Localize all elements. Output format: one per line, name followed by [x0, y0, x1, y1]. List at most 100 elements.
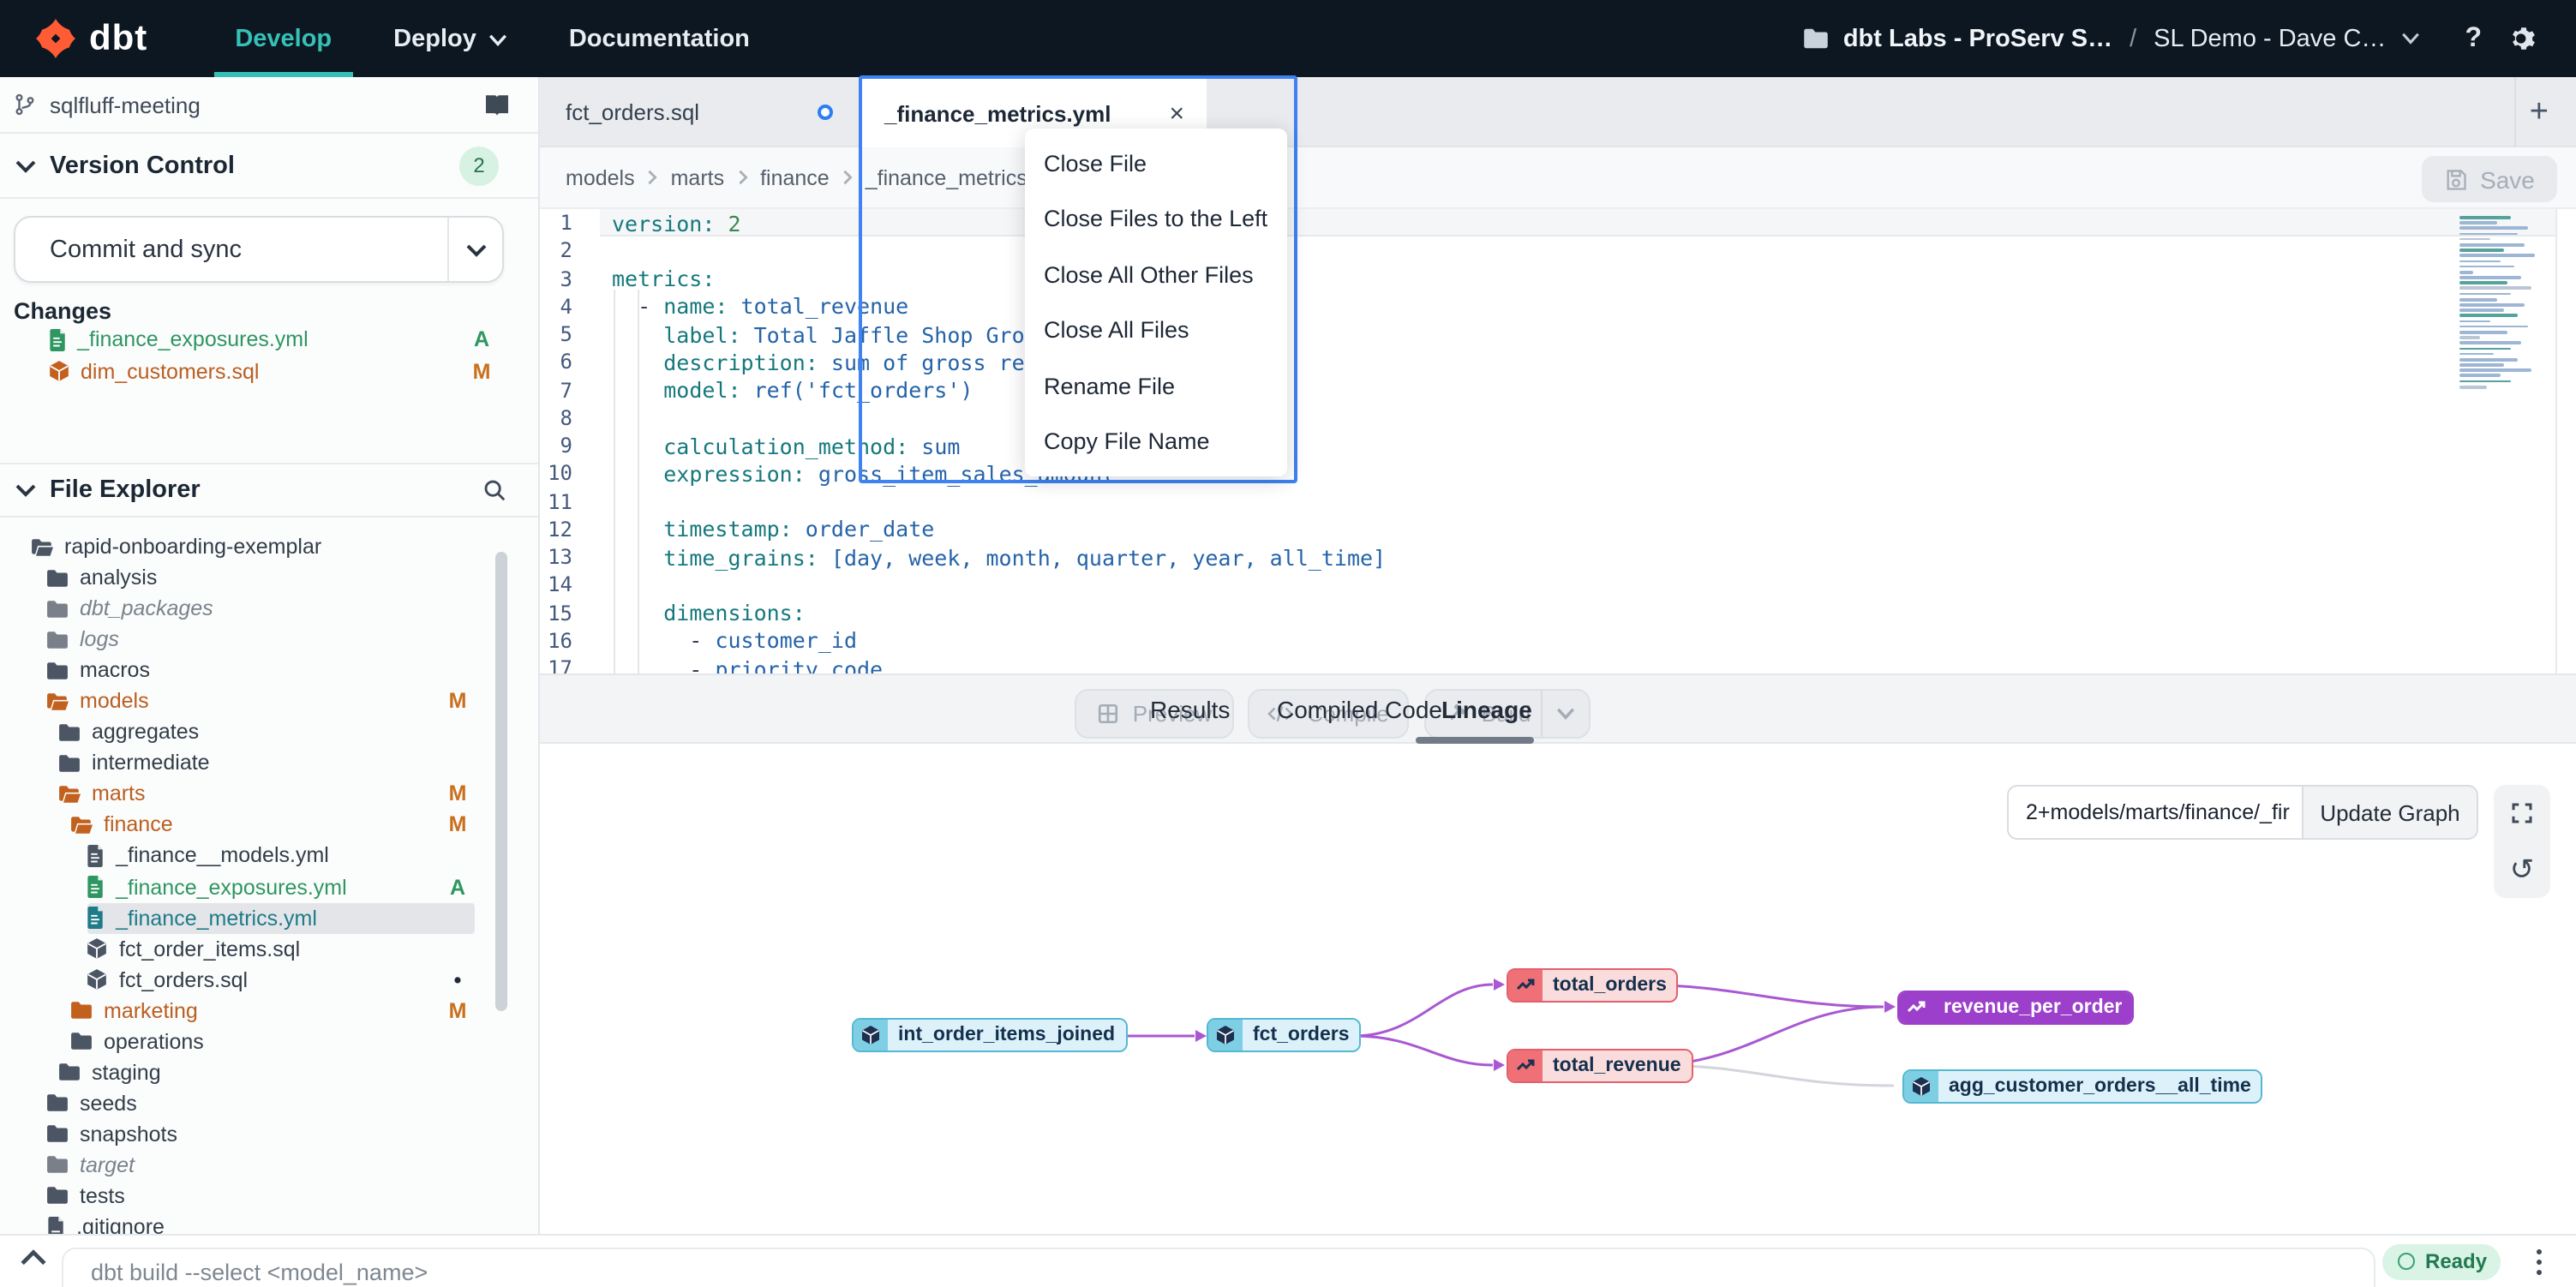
lineage-node-total_revenue[interactable]: total_revenue [1507, 1048, 1693, 1082]
tree-item-intermediate[interactable]: intermediate [0, 748, 538, 779]
code-line-10[interactable]: 10 expression: gross_item_sales_amount [540, 460, 2576, 488]
folder-icon [70, 1033, 93, 1051]
tree-item-marketing[interactable]: marketingM [0, 995, 538, 1026]
tree-item-fct-orders-sql[interactable]: fct_orders.sql• [0, 964, 538, 995]
code-line-15[interactable]: 15 dimensions: [540, 599, 2576, 627]
tree-item-seeds[interactable]: seeds [0, 1088, 538, 1119]
lineage-node-agg_customer_orders__all_time[interactable]: agg_customer_orders__all_time [1902, 1069, 2263, 1103]
breadcrumb-item[interactable]: models [566, 165, 635, 189]
changed-file-name: _finance_exposures.yml [77, 328, 309, 352]
version-control-header[interactable]: Version Control 2 [0, 134, 538, 199]
tree-item-logs[interactable]: logs [0, 624, 538, 655]
code-line-6[interactable]: 6 description: sum of gross revenue [540, 349, 2576, 377]
context-menu-item-close-files-to-the-left[interactable]: Close Files to the Left [1025, 191, 1287, 247]
commit-and-sync-button[interactable]: Commit and sync [14, 216, 504, 283]
kebab-menu-icon[interactable] [2526, 1247, 2550, 1278]
changed-file-row[interactable]: dim_customers.sqlM [0, 356, 538, 387]
code-line-5[interactable]: 5 label: Total Jaffle Shop Gross Revenue [540, 320, 2576, 349]
code-line-11[interactable]: 11 [540, 488, 2576, 516]
breadcrumb-item[interactable]: marts [671, 165, 725, 189]
panel-tab-compiled-code[interactable]: Compiled Code [1277, 675, 1442, 742]
tab-label: fct_orders.sql [566, 99, 699, 124]
code-line-12[interactable]: 12 timestamp: order_date [540, 516, 2576, 544]
code-line-4[interactable]: 4 - name: total_revenue [540, 293, 2576, 321]
chevron-up-icon[interactable] [21, 1248, 46, 1266]
lineage-node-fct_orders[interactable]: fct_orders [1207, 1018, 1362, 1052]
code-line-14[interactable]: 14 [540, 572, 2576, 600]
close-tab-icon[interactable]: × [1169, 99, 1184, 128]
context-menu-item-rename-file[interactable]: Rename File [1025, 358, 1287, 414]
commit-options-chevron-icon[interactable] [447, 218, 502, 281]
tree-item-snapshots[interactable]: snapshots [0, 1119, 538, 1150]
tree-item--finance-exposures-yml[interactable]: _finance_exposures.ymlA [0, 871, 538, 902]
tree-item-tests[interactable]: tests [0, 1181, 538, 1212]
tree-item-operations[interactable]: operations [0, 1027, 538, 1057]
context-menu-item-copy-file-name[interactable]: Copy File Name [1025, 414, 1287, 470]
tree-item-models[interactable]: modelsM [0, 685, 538, 716]
code-line-9[interactable]: 9 calculation_method: sum [540, 432, 2576, 460]
nav-item-label: Deploy [393, 25, 476, 52]
nav-item-documentation[interactable]: Documentation [538, 0, 781, 77]
lineage-node-revenue_per_order[interactable]: revenue_per_order [1897, 990, 2134, 1024]
tree-item--finance-models-yml[interactable]: _finance__models.yml [0, 841, 538, 871]
code-editor[interactable]: 1version: 223metrics:4 - name: total_rev… [540, 209, 2576, 673]
environment-chevron-icon[interactable] [2401, 33, 2420, 45]
help-icon[interactable]: ? [2465, 23, 2482, 54]
changed-file-row[interactable]: _finance_exposures.yml A [0, 324, 538, 356]
tree-item-label: staging [92, 1061, 161, 1085]
tree-item-fct-order-items-sql[interactable]: fct_order_items.sql [0, 933, 538, 964]
lineage-node-total_orders[interactable]: total_orders [1507, 967, 1679, 1002]
breadcrumb-item[interactable]: finance [760, 165, 830, 189]
code-line-7[interactable]: 7 model: ref('fct_orders') [540, 376, 2576, 404]
tree-item--gitignore[interactable]: .gitignore [0, 1212, 538, 1234]
code-line-17[interactable]: 17 - priority_code [540, 655, 2576, 673]
search-icon[interactable] [482, 477, 507, 503]
lineage-node-int_order_items_joined[interactable]: int_order_items_joined [852, 1018, 1127, 1052]
build-options-chevron-icon[interactable] [1541, 691, 1589, 736]
context-menu-item-close-all-files[interactable]: Close All Files [1025, 302, 1287, 358]
code-minimap[interactable] [2459, 216, 2549, 418]
code-line-3[interactable]: 3metrics: [540, 265, 2576, 293]
tree-item-staging[interactable]: staging [0, 1057, 538, 1088]
code-text: description: sum of gross revenue [612, 350, 1089, 375]
tree-item-aggregates[interactable]: aggregates [0, 717, 538, 748]
code-line-2[interactable]: 2 [540, 237, 2576, 266]
line-number: 17 [540, 656, 572, 673]
new-tab-button[interactable]: + [2514, 77, 2562, 147]
tree-item-marts[interactable]: martsM [0, 779, 538, 810]
tree-item-dbt-packages[interactable]: dbt_packages [0, 593, 538, 624]
panel-tab-results[interactable]: Results [1150, 675, 1230, 742]
code-line-8[interactable]: 8 [540, 404, 2576, 433]
tree-item-label: seeds [80, 1092, 137, 1116]
tree-item-rapid-onboarding-exemplar[interactable]: rapid-onboarding-exemplar [0, 531, 538, 562]
code-line-1[interactable]: 1version: 2 [540, 209, 2576, 237]
tab-fct-orders-sql[interactable]: fct_orders.sql [540, 77, 859, 146]
file-tree-scrollbar[interactable] [495, 552, 506, 1011]
docs-book-icon[interactable] [483, 93, 511, 116]
tree-item-analysis[interactable]: analysis [0, 562, 538, 593]
nav-item-develop[interactable]: Develop [204, 0, 362, 77]
editor-area: fct_orders.sql _finance_metrics.yml × + … [540, 77, 2576, 673]
environment-name[interactable]: SL Demo - Dave C… [2154, 25, 2386, 52]
project-name[interactable]: dbt Labs - ProServ S… [1843, 25, 2112, 52]
tree-item-finance[interactable]: financeM [0, 810, 538, 841]
file-explorer-header[interactable]: File Explorer [0, 463, 538, 518]
context-menu-item-close-all-other-files[interactable]: Close All Other Files [1025, 247, 1287, 302]
grid-icon [1097, 703, 1119, 725]
dbt-command-input[interactable]: dbt build --select <model_name> [62, 1247, 2375, 1287]
dbt-logo[interactable]: dbt [36, 18, 147, 59]
change-status-badge: A [466, 328, 497, 352]
panel-tab-lineage[interactable]: Lineage [1441, 675, 1532, 742]
code-line-13[interactable]: 13 time_grains: [day, week, month, quart… [540, 543, 2576, 572]
tree-item-target[interactable]: target [0, 1150, 538, 1181]
context-menu-item-close-file[interactable]: Close File [1025, 135, 1287, 191]
nav-item-deploy[interactable]: Deploy [362, 0, 538, 77]
tree-item--finance-metrics-yml[interactable]: _finance_metrics.yml [0, 902, 538, 933]
code-line-16[interactable]: 16 - customer_id [540, 627, 2576, 655]
save-button[interactable]: Save [2422, 156, 2557, 202]
code-text: dimensions: [612, 600, 806, 626]
tree-item-label: target [80, 1153, 135, 1177]
tree-item-macros[interactable]: macros [0, 655, 538, 685]
git-branch-row[interactable]: sqlfluff-meeting [0, 77, 538, 134]
settings-gear-icon[interactable] [2509, 24, 2538, 53]
